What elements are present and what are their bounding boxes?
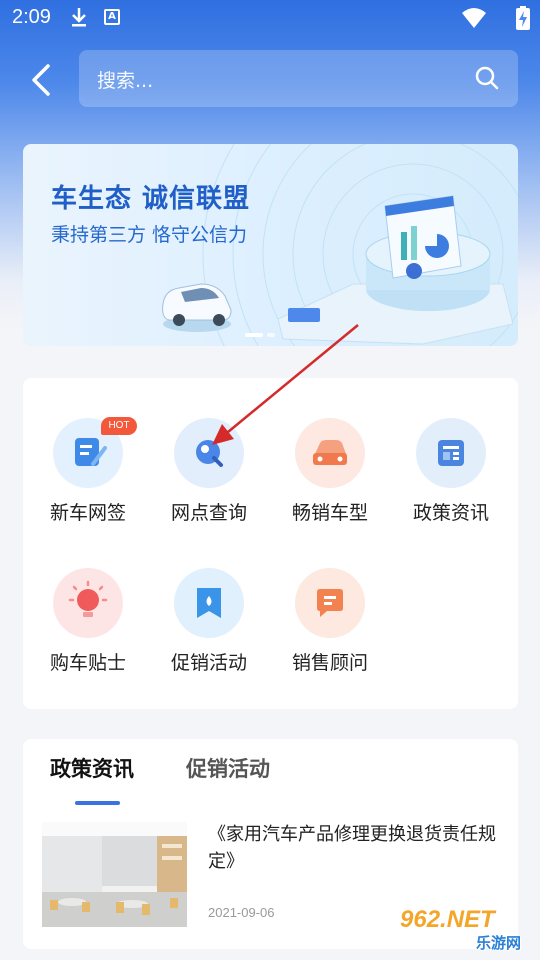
feature-grid: 新车网签 HOT 网点查询 畅销车型 政策资讯 购车贴士 促销活动 销售顾问 [23,378,518,709]
active-tab-indicator [75,801,120,805]
grid-item-car-buying-tips[interactable]: 购车贴士 [33,568,143,675]
site-watermark: 962.NET 乐游网 [398,906,534,958]
back-arrow-icon[interactable] [28,62,56,98]
chat-bubble-icon [317,589,343,617]
grid-icon-circle [295,568,365,638]
grid-icon-circle [174,568,244,638]
banner-pagination [245,322,279,341]
grid-item-promotions[interactable]: 促销活动 [154,568,264,675]
grid-icon-circle [53,568,123,638]
tab-policy-news[interactable]: 政策资讯 [50,753,134,783]
grid-label: 促销活动 [170,652,247,674]
news-date: 2021-09-06 [208,905,275,920]
search-input[interactable]: 搜索... [79,50,518,107]
grid-icon-circle [174,418,244,488]
news-icon [438,440,464,466]
grid-item-policy-news[interactable]: 政策资讯 [396,418,506,525]
grid-label: 购车贴士 [49,652,126,674]
banner-dot[interactable] [267,333,275,337]
grid-label: 销售顾问 [291,652,368,674]
status-bar: 2:09 A [0,0,540,36]
battery-charging-icon [516,6,530,30]
tab-promotions[interactable]: 促销活动 [186,753,270,783]
search-icon[interactable] [474,65,500,91]
watermark-site: 乐游网 [476,934,522,952]
wifi-icon [462,8,486,28]
promo-tag-icon [197,588,221,618]
grid-label: 网点查询 [170,502,247,524]
car-icon [313,440,347,465]
grid-item-sales-consultant[interactable]: 销售顾问 [275,568,385,675]
font-a-icon: A [104,9,120,25]
grid-item-best-selling-models[interactable]: 畅销车型 [275,418,385,525]
location-search-icon [196,440,223,467]
promo-banner[interactable]: 车生态 诚信联盟 秉持第三方 恪守公信力 [23,144,518,346]
status-time: 2:09 [12,6,51,28]
grid-label: 政策资讯 [412,502,489,524]
search-placeholder: 搜索... [97,70,154,92]
watermark-number: 962.NET [400,906,495,933]
hot-badge: HOT [101,417,137,435]
banner-dot-active[interactable] [245,333,263,337]
showroom-image [42,822,187,927]
banner-subtitle: 秉持第三方 恪守公信力 [51,224,248,246]
grid-label: 畅销车型 [291,502,368,524]
grid-icon-circle [295,418,365,488]
news-thumbnail[interactable] [42,822,187,927]
news-title[interactable]: 《家用汽车产品修理更换退货责任规定》 [208,821,498,875]
grid-item-outlet-search[interactable]: 网点查询 [154,418,264,525]
download-icon [72,8,86,27]
banner-title: 车生态 诚信联盟 [51,184,251,214]
lightbulb-icon [68,580,108,617]
grid-label: 新车网签 [49,502,126,524]
grid-icon-circle [416,418,486,488]
